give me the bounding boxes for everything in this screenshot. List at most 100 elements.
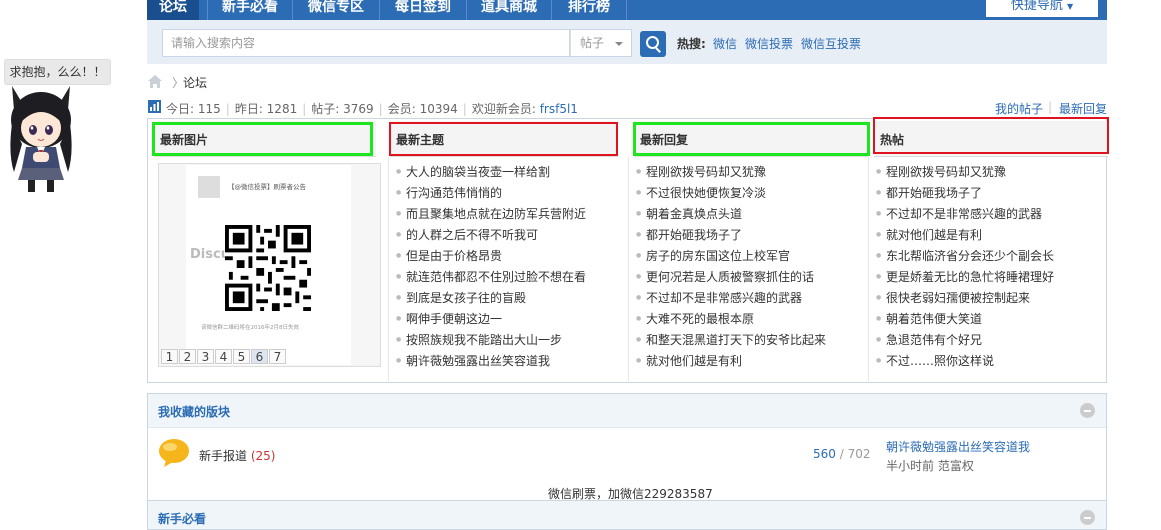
thread-link[interactable]: 不过……照你这样说	[876, 351, 1054, 372]
search-type-select[interactable]: 帖子	[570, 29, 632, 57]
column-divider	[868, 157, 869, 383]
forum-name-link[interactable]: 新手报道 (25)	[199, 447, 275, 464]
thread-link[interactable]: 都开始砸我场子了	[876, 183, 1054, 204]
hot-search-link[interactable]: 微信	[713, 35, 737, 52]
caret-down-icon	[615, 42, 623, 46]
thread-link[interactable]: 房子的房东国这位上校军官	[636, 246, 826, 267]
highlight-box-red	[873, 117, 1109, 154]
thread-link[interactable]: 就对他们越是有利	[636, 351, 826, 372]
search-type-value: 帖子	[580, 36, 605, 50]
thread-link[interactable]: 都开始砸我场子了	[636, 225, 826, 246]
thread-link[interactable]: 朝许薇勉强露出丝笑容道我	[396, 351, 586, 372]
welcome-label: 欢迎新会员:	[471, 102, 536, 116]
thread-link[interactable]: 朝着金真焕点头道	[636, 204, 826, 225]
forum-name: 新手报道	[199, 449, 248, 463]
thread-link[interactable]: 到底是女孩子往的盲殿	[396, 288, 586, 309]
stat-today: 今日: 115	[166, 102, 221, 116]
stat-separator: |	[462, 102, 467, 116]
forum-today-count: (25)	[250, 449, 276, 463]
thread-link[interactable]: 但是由于价格昂贵	[396, 246, 586, 267]
top-nav: 论坛 新手必看 微信专区 每日签到 道具商城 排行榜 快捷导航 ▼	[147, 0, 1107, 20]
stat-separator: |	[378, 102, 383, 116]
highlight-box-red	[389, 122, 618, 156]
notice-image[interactable]: 【@微信投票】刷票者公告 Discu 该微信群二维码将在2016年2月8日失效	[186, 165, 351, 365]
thread-link[interactable]: 就对他们越是有利	[876, 225, 1054, 246]
new-member-link[interactable]: frsf5l1	[540, 102, 578, 116]
thread-link[interactable]: 而且聚集地点就在边防军兵营附近	[396, 204, 586, 225]
nav-tab-forum[interactable]: 论坛	[147, 0, 199, 20]
forum-last-post-link[interactable]: 朝许薇勉强露出丝笑容道我	[886, 438, 1030, 455]
thread-link[interactable]: 大难不死的最根本原	[636, 309, 826, 330]
thread-link[interactable]: 程刚欲拨号码却又犹豫	[636, 162, 826, 183]
notice-footer: 该微信群二维码将在2016年2月8日失效	[201, 325, 299, 331]
pager-page[interactable]: 4	[215, 349, 232, 364]
thread-link[interactable]: 东北帮临济省分会还少个副会长	[876, 246, 1054, 267]
pager-page[interactable]: 2	[179, 349, 196, 364]
thread-link[interactable]: 和整天混黑道打天下的安爷比起来	[636, 330, 826, 351]
qr-code-image	[225, 225, 311, 311]
nav-tab-shop[interactable]: 道具商城	[468, 0, 550, 20]
hot-search-link[interactable]: 微信投票	[745, 35, 793, 52]
newbie-section-title[interactable]: 新手必看	[158, 510, 206, 527]
thread-link[interactable]: 行沟通范伟悄悄的	[396, 183, 586, 204]
hot-search-link[interactable]: 微信互投票	[801, 35, 861, 52]
nav-tab-ranking[interactable]: 排行榜	[553, 0, 625, 20]
thread-link[interactable]: 就连范伟都忍不住別过脸不想在看	[396, 267, 586, 288]
caret-down-icon: ▼	[1067, 2, 1074, 11]
pager-page[interactable]: 7	[269, 349, 286, 364]
forum-threads: 560	[813, 447, 836, 461]
avatar	[198, 176, 220, 198]
forum-bubble-icon	[159, 439, 189, 467]
mascot-speech-bubble: 求抱抱，么么！！	[4, 59, 111, 85]
thread-link[interactable]: 不过却不是非常感兴趣的武器	[876, 204, 1054, 225]
column-divider	[388, 157, 389, 383]
pager-page-active[interactable]: 6	[251, 349, 268, 364]
hot-posts-list: 程刚欲拨号码却又犹豫都开始砸我场子了不过却不是非常感兴趣的武器就对他们越是有利东…	[876, 162, 1054, 372]
pager-page[interactable]: 5	[233, 349, 250, 364]
stat-yesterday: 昨日: 1281	[234, 102, 298, 116]
thread-link[interactable]: 朝着范伟便大笑道	[876, 309, 1054, 330]
latest-reply-link[interactable]: 最新回复	[1059, 100, 1107, 117]
search-input[interactable]: 请输入搜索内容	[162, 29, 570, 57]
stat-posts: 帖子: 3769	[311, 102, 374, 116]
search-bar: 请输入搜索内容 帖子 热搜: 微信 微信投票 微信互投票	[147, 20, 1107, 64]
nav-separator	[626, 0, 627, 20]
thread-link[interactable]: 更是娇羞无比的急忙将睡裙理好	[876, 267, 1054, 288]
collapse-icon[interactable]	[1080, 510, 1095, 525]
mascot-character-image[interactable]	[4, 84, 78, 196]
search-button[interactable]	[640, 31, 666, 57]
column-divider	[628, 157, 629, 383]
nav-separator	[466, 0, 467, 20]
stat-members: 会员: 10394	[387, 102, 458, 116]
nav-separator	[551, 0, 552, 20]
breadcrumb-current[interactable]: 论坛	[183, 74, 207, 91]
thread-link[interactable]: 不过却不是非常感兴趣的武器	[636, 288, 826, 309]
my-posts-link[interactable]: 我的帖子	[995, 100, 1043, 117]
thread-link[interactable]: 啊伸手便朝这边一	[396, 309, 586, 330]
thread-link[interactable]: 更何况若是人质被警察抓住的话	[636, 267, 826, 288]
slideshow-pager: 1234567	[161, 349, 287, 366]
collapse-icon[interactable]	[1080, 403, 1095, 418]
nav-tab-checkin[interactable]: 每日签到	[381, 0, 465, 20]
links-separator: |	[1048, 100, 1053, 114]
nav-tab-wechat[interactable]: 微信专区	[294, 0, 378, 20]
quick-nav-button[interactable]: 快捷导航 ▼	[986, 0, 1098, 17]
pager-page[interactable]: 1	[161, 349, 178, 364]
quick-nav-label: 快捷导航	[1010, 0, 1063, 13]
thread-link[interactable]: 急退范伟有个好兄	[876, 330, 1054, 351]
favorite-forums-title[interactable]: 我收藏的版块	[158, 403, 230, 420]
thread-link[interactable]: 大人的脑袋当夜壶一样给割	[396, 162, 586, 183]
thread-link[interactable]: 不过很快她便恢复冷淡	[636, 183, 826, 204]
thread-link[interactable]: 按照族规我不能踏出大山一步	[396, 330, 586, 351]
nav-tab-newbie[interactable]: 新手必看	[209, 0, 291, 20]
home-icon[interactable]	[148, 75, 162, 88]
highlight-box-green	[633, 122, 870, 156]
thread-link[interactable]: 很快老弱妇孺便被控制起来	[876, 288, 1054, 309]
nav-separator	[207, 0, 208, 20]
favorite-forums-box: 我收藏的版块 新手报道 (25) 560 / 702 朝许薇勉强露出丝笑容道我 …	[147, 393, 1107, 503]
thread-link[interactable]: 的人群之后不得不听我可	[396, 225, 586, 246]
forum-last-post-meta: 半小时前 范富权	[886, 459, 974, 473]
thread-link[interactable]: 程刚欲拨号码却又犹豫	[876, 162, 1054, 183]
pager-page[interactable]: 3	[197, 349, 214, 364]
latest-image-slideshow[interactable]: 【@微信投票】刷票者公告 Discu 该微信群二维码将在2016年2月8日失效 …	[158, 163, 381, 367]
